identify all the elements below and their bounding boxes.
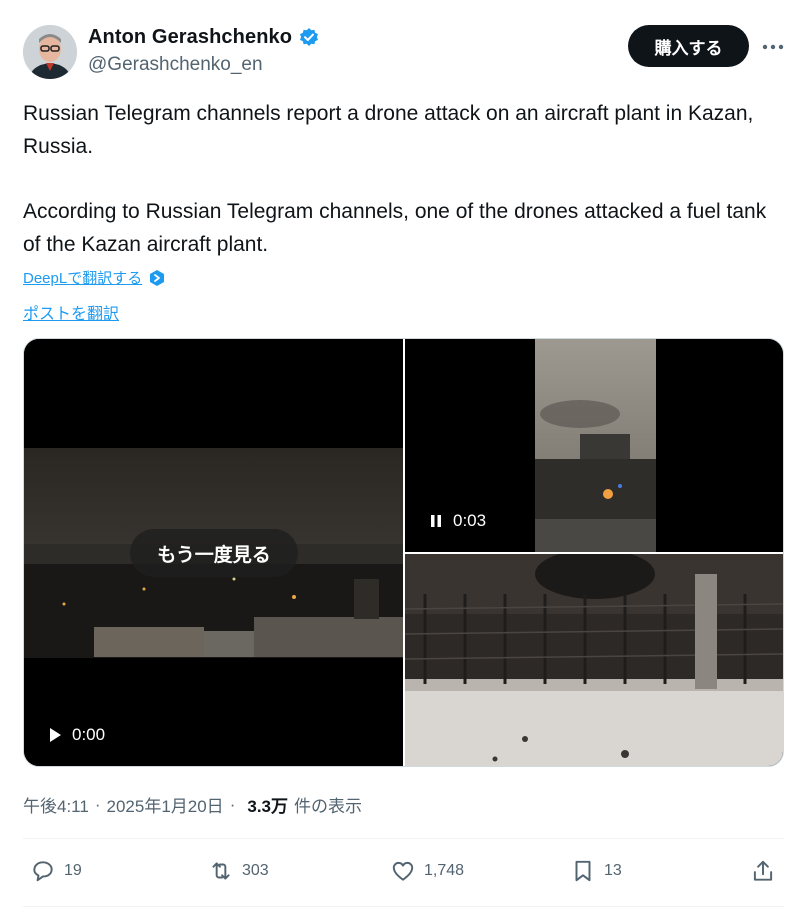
tweet-date[interactable]: 2025年1月20日 [107,792,224,817]
video-2-time: 0:03 [453,511,487,530]
reply-button[interactable]: 19 [30,858,82,884]
video-2-controls[interactable]: 0:03 [427,511,486,531]
tweet-time[interactable]: 午後4:11 [23,792,89,817]
bookmark-icon [575,860,591,882]
deepl-translate-label[interactable]: DeepLで翻訳する [23,267,142,288]
divider [23,906,784,907]
author-handle[interactable]: @Gerashchenko_en [88,54,263,76]
video-1-controls[interactable]: 0:00 [46,725,105,745]
buy-button[interactable]: 購入する [628,25,749,67]
meta-separator: · [229,794,236,814]
like-count: 1,748 [424,862,465,879]
divider [23,838,784,839]
repost-button[interactable]: 303 [208,858,269,884]
pause-icon[interactable] [427,512,445,530]
reply-icon [33,861,53,882]
fence-snow-image [405,554,783,766]
verified-badge-icon [298,27,320,49]
deepl-translate-link[interactable]: DeepLで翻訳する [23,267,166,288]
views-count: 3.3万 [247,797,288,816]
bookmark-count: 13 [604,862,622,879]
tweet-meta: 午後4:11 · 2025年1月20日 · 3.3万 件の表示 [23,792,362,817]
author-name-row[interactable]: Anton Gerashchenko [88,26,320,49]
heart-icon [392,861,414,881]
repost-icon [212,862,230,880]
deepl-icon [148,269,166,287]
media-grid: もう一度見る 0:00 0:03 [23,338,784,767]
repost-count: 303 [242,862,269,879]
author-display-name[interactable]: Anton Gerashchenko [88,26,292,49]
avatar[interactable] [23,25,77,79]
video-player-1[interactable]: もう一度見る 0:00 [24,339,403,766]
reply-count: 19 [64,862,82,879]
views-label: 件の表示 [294,797,362,816]
like-button[interactable]: 1,748 [390,858,464,884]
share-icon [753,860,773,881]
video-player-2[interactable]: 0:03 [405,339,783,552]
bookmark-button[interactable]: 13 [570,858,622,884]
tweet: Anton Gerashchenko @Gerashchenko_en 購入する… [0,0,800,910]
video-1-time: 0:00 [72,725,106,744]
tweet-text: Russian Telegram channels report a drone… [23,98,783,261]
media-image-3[interactable] [405,554,783,766]
more-options-icon[interactable] [758,32,788,62]
replay-button[interactable]: もう一度見る [130,529,298,577]
translate-post-link[interactable]: ポストを翻訳 [23,300,119,324]
tweet-paragraph-2: According to Russian Telegram channels, … [23,200,767,256]
tweet-paragraph-1: Russian Telegram channels report a drone… [23,102,754,158]
play-icon[interactable] [46,726,64,744]
share-button[interactable] [750,858,784,884]
meta-separator: · [94,794,101,814]
